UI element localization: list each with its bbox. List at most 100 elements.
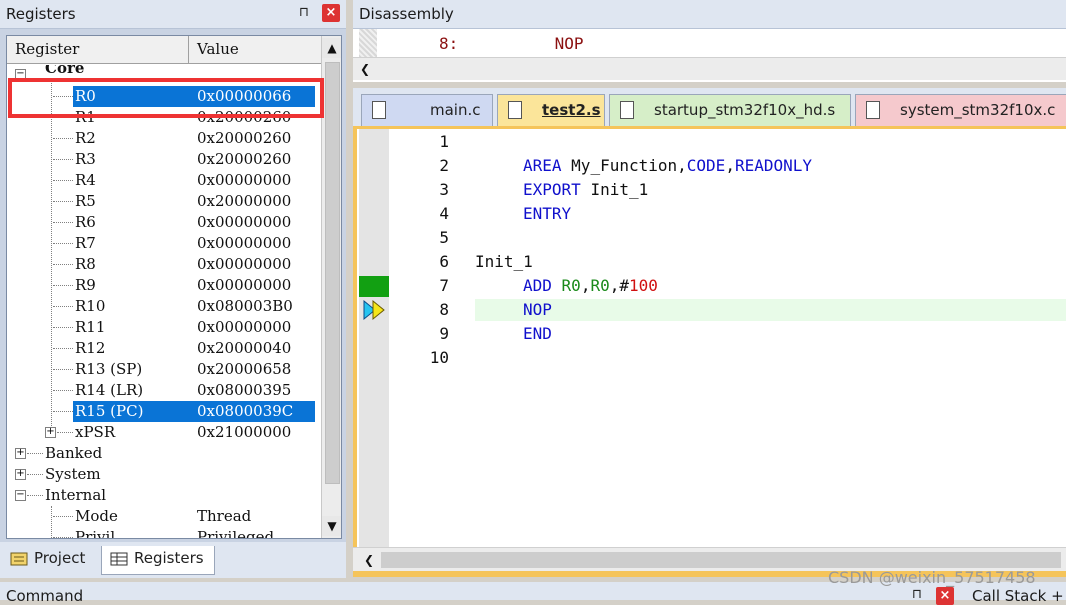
register-value[interactable]: 0x21000000 (197, 423, 291, 441)
column-separator[interactable] (188, 36, 189, 63)
highlight-annotation-box (8, 78, 324, 118)
code-line-2[interactable]: AREA My_Function,CODE,READONLY (523, 156, 812, 175)
register-row-r7[interactable]: R7 0x00000000 (7, 233, 321, 254)
tab-main-c[interactable]: main.c (361, 94, 493, 126)
register-value[interactable]: 0x00000000 (197, 255, 291, 273)
register-row-r2[interactable]: R2 0x20000260 (7, 128, 321, 149)
tab-system-c[interactable]: system_stm32f10x.c (855, 94, 1066, 126)
pin-icon[interactable]: ⊓ (910, 587, 924, 603)
watermark: CSDN @weixin_57517458 (828, 568, 1036, 587)
register-value[interactable]: 0x20000040 (197, 339, 291, 357)
code-keyword: NOP (523, 300, 552, 319)
command-title: Command (6, 587, 84, 605)
register-name: R9 (75, 276, 96, 294)
disassembly-gutter (359, 29, 377, 57)
register-row-r8[interactable]: R8 0x00000000 (7, 254, 321, 275)
code-line-4[interactable]: ENTRY (523, 204, 571, 223)
callstack-title[interactable]: Call Stack + (972, 587, 1064, 605)
code-line-9[interactable]: END (523, 324, 552, 343)
tree-connector (53, 516, 73, 518)
code-line-6[interactable]: Init_1 (475, 252, 533, 271)
register-value[interactable]: 0x0800039C (197, 402, 293, 420)
tree-connector (57, 432, 73, 434)
register-row-r3[interactable]: R3 0x20000260 (7, 149, 321, 170)
register-value[interactable]: 0x00000000 (197, 318, 291, 336)
register-value[interactable]: Privileged (197, 528, 274, 538)
expand-icon[interactable]: + (15, 448, 26, 459)
scroll-up-icon[interactable]: ▲ (322, 38, 341, 58)
code-identifier: Init_1 (590, 180, 649, 199)
tab-registers[interactable]: Registers (101, 546, 215, 575)
tab-test2-s[interactable]: test2.s (497, 94, 605, 126)
tab-project[interactable]: Project (10, 546, 100, 574)
disassembly-line[interactable]: 8: NOP (439, 34, 584, 53)
register-value[interactable]: 0x20000000 (197, 192, 291, 210)
register-row-r4[interactable]: R4 0x00000000 (7, 170, 321, 191)
pin-icon[interactable]: ⊓ (297, 5, 311, 21)
register-value[interactable]: 0x08000395 (197, 381, 291, 399)
collapse-icon[interactable]: − (15, 490, 26, 501)
register-name: R11 (75, 318, 106, 336)
register-name: R3 (75, 150, 96, 168)
tree-connector (53, 138, 73, 140)
register-row-xpsr[interactable]: + xPSR 0x21000000 (7, 422, 321, 443)
register-row-r14[interactable]: R14 (LR) 0x08000395 (7, 380, 321, 401)
register-row-privilege[interactable]: Privil Privileged (7, 527, 321, 538)
register-row-r15[interactable]: R15 (PC) 0x0800039C (7, 401, 321, 422)
document-icon (866, 101, 880, 119)
code-line-8[interactable]: NOP (523, 300, 552, 319)
register-row-r9[interactable]: R9 0x00000000 (7, 275, 321, 296)
tab-label: main.c (430, 101, 481, 119)
register-value[interactable]: Thread (197, 507, 251, 525)
register-row-r10[interactable]: R10 0x080003B0 (7, 296, 321, 317)
scroll-down-icon[interactable]: ▼ (322, 516, 341, 536)
register-row-r11[interactable]: R11 0x00000000 (7, 317, 321, 338)
tab-startup-s[interactable]: startup_stm32f10x_hd.s (609, 94, 851, 126)
tree-node-banked[interactable]: + Banked (7, 443, 321, 464)
tree-node-system[interactable]: + System (7, 464, 321, 485)
code-editor[interactable]: 1 2 3 4 5 6 7 8 9 10 AREA My_Function,CODE,READON… (353, 129, 1066, 547)
code-line-3[interactable]: EXPORT Init_1 (523, 180, 648, 199)
line-numbers: 1 2 3 4 5 6 7 8 9 10 (389, 129, 473, 547)
disassembly-view[interactable]: 8: NOP ❮ (353, 29, 1066, 82)
code-keyword: END (523, 324, 552, 343)
line-number: 10 (429, 348, 449, 367)
expand-icon[interactable]: + (45, 427, 56, 438)
register-row-r12[interactable]: R12 0x20000040 (7, 338, 321, 359)
register-value[interactable]: 0x00000000 (197, 234, 291, 252)
register-row-r5[interactable]: R5 0x20000000 (7, 191, 321, 212)
close-icon[interactable]: × (936, 587, 954, 605)
scroll-thumb[interactable] (381, 552, 1061, 568)
tree-node-internal[interactable]: − Internal (7, 485, 321, 506)
column-header-register[interactable]: Register (15, 40, 79, 58)
register-row-r6[interactable]: R6 0x00000000 (7, 212, 321, 233)
registers-icon (110, 552, 128, 566)
register-row-r13[interactable]: R13 (SP) 0x20000658 (7, 359, 321, 380)
register-value[interactable]: 0x20000658 (197, 360, 291, 378)
register-value[interactable]: 0x20000260 (197, 129, 291, 147)
register-row-mode[interactable]: Mode Thread (7, 506, 321, 527)
register-name: R6 (75, 213, 96, 231)
breakpoint-gutter[interactable] (359, 129, 389, 547)
register-name: R8 (75, 255, 96, 273)
tree-node-core[interactable]: − Core (7, 65, 321, 79)
registers-scrollbar[interactable]: ▲ ▼ (321, 36, 341, 538)
scroll-thumb[interactable] (325, 62, 340, 484)
close-icon[interactable]: × (322, 4, 340, 22)
column-header-value[interactable]: Value (197, 40, 239, 58)
scroll-left-icon[interactable]: ❮ (359, 550, 379, 570)
line-number: 1 (439, 132, 449, 151)
line-number: 4 (439, 204, 449, 223)
register-value[interactable]: 0x00000000 (197, 171, 291, 189)
line-number: 6 (439, 252, 449, 271)
registers-bottom-tabs: Project Registers (0, 542, 346, 578)
register-value[interactable]: 0x080003B0 (197, 297, 293, 315)
register-value[interactable]: 0x00000000 (197, 276, 291, 294)
scroll-left-icon[interactable]: ❮ (355, 59, 375, 79)
code-line-7[interactable]: ADD R0,R0,#100 (523, 276, 658, 295)
expand-icon[interactable]: + (15, 469, 26, 480)
register-value[interactable]: 0x20000260 (197, 150, 291, 168)
register-value[interactable]: 0x00000000 (197, 213, 291, 231)
disassembly-hscrollbar[interactable]: ❮ (353, 57, 1066, 80)
tree-connector (53, 180, 73, 182)
